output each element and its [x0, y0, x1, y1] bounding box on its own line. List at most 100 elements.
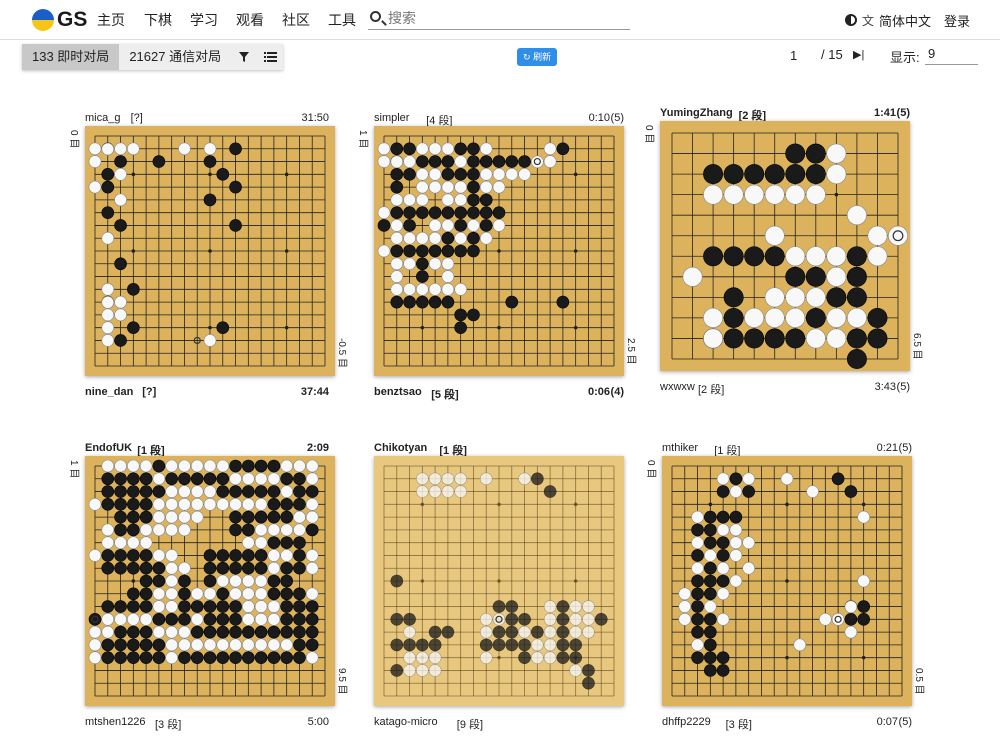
- white-stone: [428, 231, 442, 245]
- black-stone: [152, 651, 166, 664]
- go-board[interactable]: [660, 121, 910, 371]
- white-stone: [178, 510, 191, 524]
- go-board[interactable]: [662, 456, 912, 706]
- white-stone: [178, 498, 191, 511]
- bottom-player-periods: (5): [896, 381, 910, 393]
- nav-home[interactable]: 主页: [97, 10, 125, 30]
- white-stone: [831, 613, 845, 626]
- white-stone: [280, 523, 293, 537]
- white-stone: [254, 574, 268, 588]
- white-stone: [178, 523, 191, 537]
- search-input[interactable]: [386, 8, 626, 28]
- black-stone: [744, 164, 765, 185]
- bottom-player-rank: [3 段]: [155, 719, 182, 731]
- white-stone: [764, 225, 785, 246]
- star-point: [573, 325, 578, 330]
- tab-correspondence-games[interactable]: 21627 通信对局: [119, 44, 232, 70]
- black-stone: [101, 561, 115, 575]
- black-stone: [764, 328, 785, 349]
- white-stone: [390, 155, 404, 169]
- language-selector[interactable]: 简体中文: [879, 11, 931, 30]
- filter-button[interactable]: [231, 44, 258, 70]
- black-stone: [805, 307, 826, 328]
- black-stone: [569, 638, 582, 652]
- tab-live-games[interactable]: 133 即时对局: [22, 44, 120, 70]
- last-page-icon[interactable]: ▶|: [853, 48, 864, 61]
- black-stone: [704, 651, 717, 664]
- black-stone: [716, 651, 730, 664]
- black-stone: [744, 246, 765, 267]
- nav-play[interactable]: 下棋: [144, 10, 172, 30]
- go-board[interactable]: [374, 126, 624, 376]
- black-stone: [691, 523, 704, 537]
- game-card[interactable]: Chikotyan [1 段] katago-micro [9 段]: [366, 440, 646, 731]
- black-stone: [416, 206, 429, 219]
- theme-toggle-icon[interactable]: [845, 14, 857, 26]
- top-player-clock: 0:10: [588, 112, 610, 124]
- white-stone: [826, 164, 847, 185]
- black-stone: [729, 472, 743, 486]
- nav-watch[interactable]: 观看: [236, 10, 264, 30]
- black-stone: [390, 142, 404, 156]
- white-stone: [518, 168, 531, 181]
- white-stone: [229, 587, 242, 601]
- black-stone: [582, 676, 595, 690]
- game-card[interactable]: YumingZhang [2 段] 1:41 (5) wxwxw [2 段] 3:43 (5)…: [643, 105, 932, 396]
- black-stone: [479, 638, 493, 652]
- page-number-input[interactable]: [788, 46, 812, 64]
- white-stone: [805, 328, 826, 349]
- black-stone: [390, 206, 404, 219]
- white-stone: [139, 536, 153, 549]
- black-stone: [139, 472, 153, 486]
- refresh-icon: ↻: [523, 52, 531, 62]
- white-stone: [826, 143, 847, 164]
- white-stone: [101, 142, 115, 156]
- black-stone: [114, 600, 127, 613]
- black-stone: [704, 510, 717, 524]
- refresh-button[interactable]: ↻ 刷新: [517, 48, 558, 66]
- top-player-clock: 31:50: [301, 112, 329, 124]
- white-stone: [190, 587, 204, 601]
- black-stone: [479, 155, 493, 168]
- black-stone: [216, 321, 230, 334]
- white-stone: [844, 625, 858, 639]
- black-stone: [203, 574, 217, 588]
- black-stone: [716, 485, 730, 498]
- black-stone: [703, 164, 724, 185]
- white-stone: [428, 142, 442, 156]
- go-board[interactable]: [374, 456, 624, 706]
- white-stone: [403, 193, 416, 207]
- nav-community[interactable]: 社区: [282, 10, 310, 30]
- show-count-select[interactable]: 9: [925, 46, 978, 65]
- game-card[interactable]: mica_g [?] 31:50 nine_dan [?] 37:44 0 目 -0.5 目: [68, 110, 357, 400]
- top-player-score: 0 目: [68, 130, 79, 149]
- black-stone: [139, 587, 153, 601]
- white-stone: [377, 155, 391, 168]
- game-card[interactable]: EndofUK [1 段] 2:09 mtshen1226 [3 段] 5:00 1 目 9.…: [68, 440, 357, 731]
- top-player-score: 1 目: [68, 460, 79, 479]
- white-stone: [428, 472, 442, 486]
- login-link[interactable]: 登录: [944, 11, 970, 30]
- black-stone: [857, 613, 870, 626]
- go-board[interactable]: [85, 456, 335, 706]
- black-stone: [203, 193, 217, 207]
- white-stone: [682, 266, 703, 287]
- black-stone: [505, 638, 519, 652]
- black-stone: [127, 283, 140, 296]
- game-card[interactable]: simpler [4 段] 0:10 (5) benztsao [5 段] 0:06 (4) 1…: [357, 110, 646, 401]
- black-stone: [152, 613, 166, 626]
- black-stone: [88, 613, 102, 626]
- black-stone: [101, 206, 115, 219]
- game-card[interactable]: mthiker [1 段] 0:21 (5) dhffp2229 [3 段] 0:07 (5)…: [645, 440, 934, 731]
- list-view-button[interactable]: [257, 44, 284, 70]
- white-stone: [846, 205, 867, 226]
- white-stone: [543, 142, 557, 156]
- go-board[interactable]: [85, 126, 335, 376]
- white-stone: [403, 155, 416, 168]
- nav-tools[interactable]: 工具: [328, 10, 356, 30]
- white-stone: [416, 664, 429, 677]
- nav-learn[interactable]: 学习: [190, 10, 218, 30]
- star-point: [420, 325, 425, 330]
- white-stone: [454, 155, 467, 168]
- ogs-logo[interactable]: GS: [32, 8, 87, 32]
